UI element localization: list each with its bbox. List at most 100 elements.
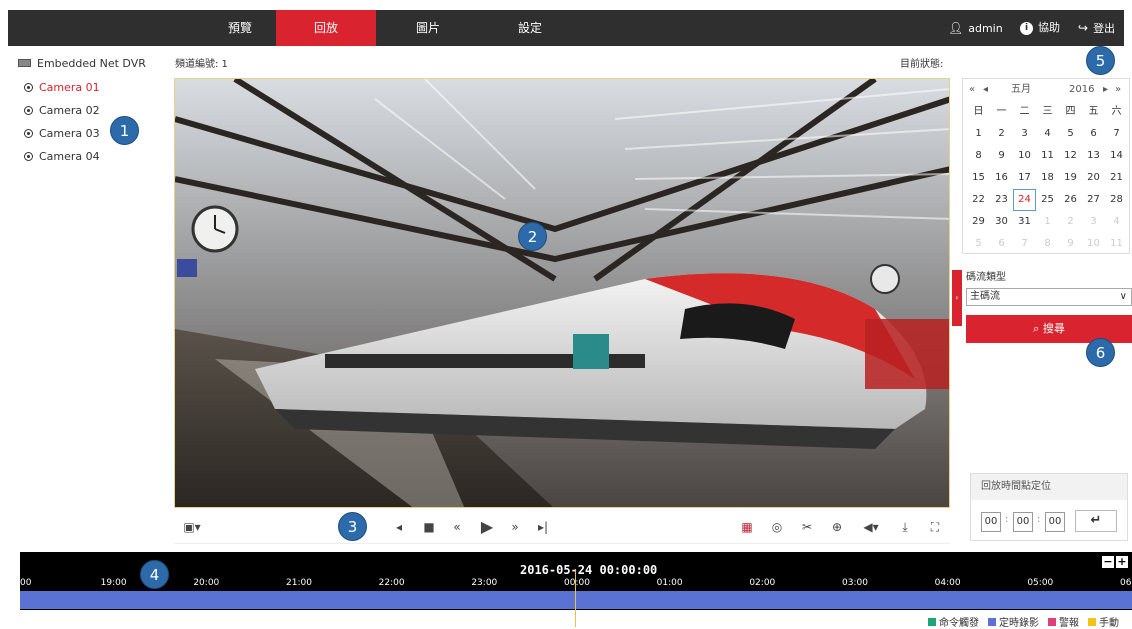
tab-preview[interactable]: 預覽: [190, 10, 290, 46]
play-icon[interactable]: ▶: [476, 510, 498, 544]
camera-snapshot-icon[interactable]: ◎: [766, 510, 788, 544]
panel-collapse-tab[interactable]: ›: [952, 270, 962, 326]
calendar-day[interactable]: 2: [1059, 211, 1082, 233]
callout-badge-3: 3: [338, 512, 367, 541]
camera-item-02[interactable]: Camera 02: [18, 99, 163, 122]
calendar-day[interactable]: 6: [1082, 123, 1105, 145]
camera-icon: [24, 106, 33, 115]
calendar-day[interactable]: 22: [967, 189, 990, 211]
top-nav: 預覽 回放 圖片 設定 👤︎ admin i 協助 ↪ 登出: [8, 10, 1124, 46]
calendar-day[interactable]: 14: [1105, 145, 1128, 167]
scissors-icon[interactable]: ✂: [796, 510, 818, 544]
record-clip-icon[interactable]: ▦: [736, 510, 758, 544]
step-frame-icon[interactable]: ▸|: [532, 510, 554, 544]
camera-icon: [24, 152, 33, 161]
calendar-day[interactable]: 15: [967, 167, 990, 189]
calendar-day[interactable]: 9: [1059, 233, 1082, 255]
prev-year-icon[interactable]: «: [969, 79, 975, 101]
calendar-year: 2016: [1069, 84, 1095, 95]
video-window[interactable]: [174, 78, 950, 508]
tab-settings[interactable]: 設定: [480, 10, 580, 46]
stop-icon[interactable]: ■: [418, 510, 440, 544]
calendar-day[interactable]: 10: [1082, 233, 1105, 255]
tab-picture[interactable]: 圖片: [378, 10, 478, 46]
calendar-day[interactable]: 2: [990, 123, 1013, 145]
calendar-day[interactable]: 11: [1105, 233, 1128, 255]
calendar-day[interactable]: 30: [990, 211, 1013, 233]
calendar-day[interactable]: 8: [1036, 233, 1059, 255]
camera-item-03[interactable]: Camera 03: [18, 122, 163, 145]
reverse-icon[interactable]: ◂: [388, 510, 410, 544]
minute-field[interactable]: 00: [1013, 512, 1033, 532]
calendar-day[interactable]: 1: [1036, 211, 1059, 233]
calendar-day[interactable]: 1: [967, 123, 990, 145]
tab-playback[interactable]: 回放: [276, 10, 376, 46]
calendar-day[interactable]: 20: [1082, 167, 1105, 189]
time-locate-title: 回放時間點定位: [971, 474, 1127, 500]
logout-button[interactable]: ↪ 登出: [1078, 10, 1115, 46]
calendar-day[interactable]: 3: [1013, 123, 1036, 145]
calendar-day[interactable]: 27: [1082, 189, 1105, 211]
calendar-day[interactable]: 19: [1059, 167, 1082, 189]
download-icon[interactable]: ⤓: [894, 510, 916, 544]
calendar-day[interactable]: 5: [967, 233, 990, 255]
weekday-header: 一: [996, 106, 1007, 117]
user-menu[interactable]: 👤︎ admin: [948, 10, 1003, 46]
camera-label: Camera 01: [39, 81, 100, 94]
calendar-day[interactable]: 9: [990, 145, 1013, 167]
zoom-icon[interactable]: ⊕: [826, 510, 848, 544]
calendar-day[interactable]: 4: [1105, 211, 1128, 233]
calendar-day[interactable]: 28: [1105, 189, 1128, 211]
calendar-day[interactable]: 3: [1082, 211, 1105, 233]
calendar-day[interactable]: 8: [967, 145, 990, 167]
next-year-icon[interactable]: »: [1115, 79, 1121, 101]
timeline-cursor[interactable]: [575, 569, 576, 627]
calendar-day[interactable]: 16: [990, 167, 1013, 189]
next-month-icon[interactable]: ▸: [1103, 79, 1108, 101]
camera-item-01[interactable]: Camera 01: [18, 76, 163, 99]
legend-item: 警報: [1048, 614, 1079, 629]
hour-field[interactable]: 00: [981, 512, 1001, 532]
zoom-out-button[interactable]: −: [1102, 556, 1114, 568]
info-icon: i: [1020, 22, 1033, 35]
legend-label: 警報: [1059, 618, 1079, 629]
calendar-day[interactable]: 5: [1059, 123, 1082, 145]
timeline-tick-label: 00: [20, 578, 32, 588]
recording-bar[interactable]: [20, 591, 1132, 609]
calendar-day[interactable]: 24: [1013, 189, 1036, 211]
calendar-day[interactable]: 7: [1105, 123, 1128, 145]
zoom-in-button[interactable]: +: [1116, 556, 1128, 568]
stream-type-value: 主碼流: [970, 291, 1000, 302]
device-node[interactable]: Embedded Net DVR: [18, 52, 163, 76]
calendar-day[interactable]: 11: [1036, 145, 1059, 167]
prev-month-icon[interactable]: ◂: [983, 79, 988, 101]
calendar: « ◂ 五月 2016 ▸ » 日一二三四五六 1 2 3 4 5 6 7 8 9 10 11 12 13…: [962, 78, 1130, 254]
window-layout-icon[interactable]: ▣▾: [178, 510, 206, 544]
fast-icon[interactable]: »: [504, 510, 526, 544]
camera-item-04[interactable]: Camera 04: [18, 145, 163, 168]
username: admin: [968, 22, 1003, 35]
calendar-day[interactable]: 4: [1036, 123, 1059, 145]
current-status: 目前狀態:: [900, 59, 944, 70]
calendar-day[interactable]: 29: [967, 211, 990, 233]
timeline[interactable]: 2016-05-24 00:00:00 00 19:00 20:00 21:00 22:…: [20, 552, 1132, 627]
calendar-day[interactable]: 13: [1082, 145, 1105, 167]
calendar-day[interactable]: 26: [1059, 189, 1082, 211]
locate-go-button[interactable]: ↵: [1075, 510, 1117, 532]
slow-icon[interactable]: «: [446, 510, 468, 544]
stream-type-select[interactable]: 主碼流 ∨: [966, 288, 1132, 306]
calendar-day[interactable]: 21: [1105, 167, 1128, 189]
fullscreen-icon[interactable]: ⛶: [924, 510, 946, 544]
calendar-day[interactable]: 25: [1036, 189, 1059, 211]
calendar-day[interactable]: 10: [1013, 145, 1036, 167]
calendar-day[interactable]: 6: [990, 233, 1013, 255]
help-button[interactable]: i 協助: [1020, 10, 1060, 46]
calendar-day[interactable]: 23: [990, 189, 1013, 211]
calendar-day[interactable]: 17: [1013, 167, 1036, 189]
calendar-day[interactable]: 18: [1036, 167, 1059, 189]
calendar-day[interactable]: 12: [1059, 145, 1082, 167]
calendar-day[interactable]: 31: [1013, 211, 1036, 233]
calendar-day[interactable]: 7: [1013, 233, 1036, 255]
volume-icon[interactable]: ◀▾: [856, 510, 886, 544]
second-field[interactable]: 00: [1045, 512, 1065, 532]
